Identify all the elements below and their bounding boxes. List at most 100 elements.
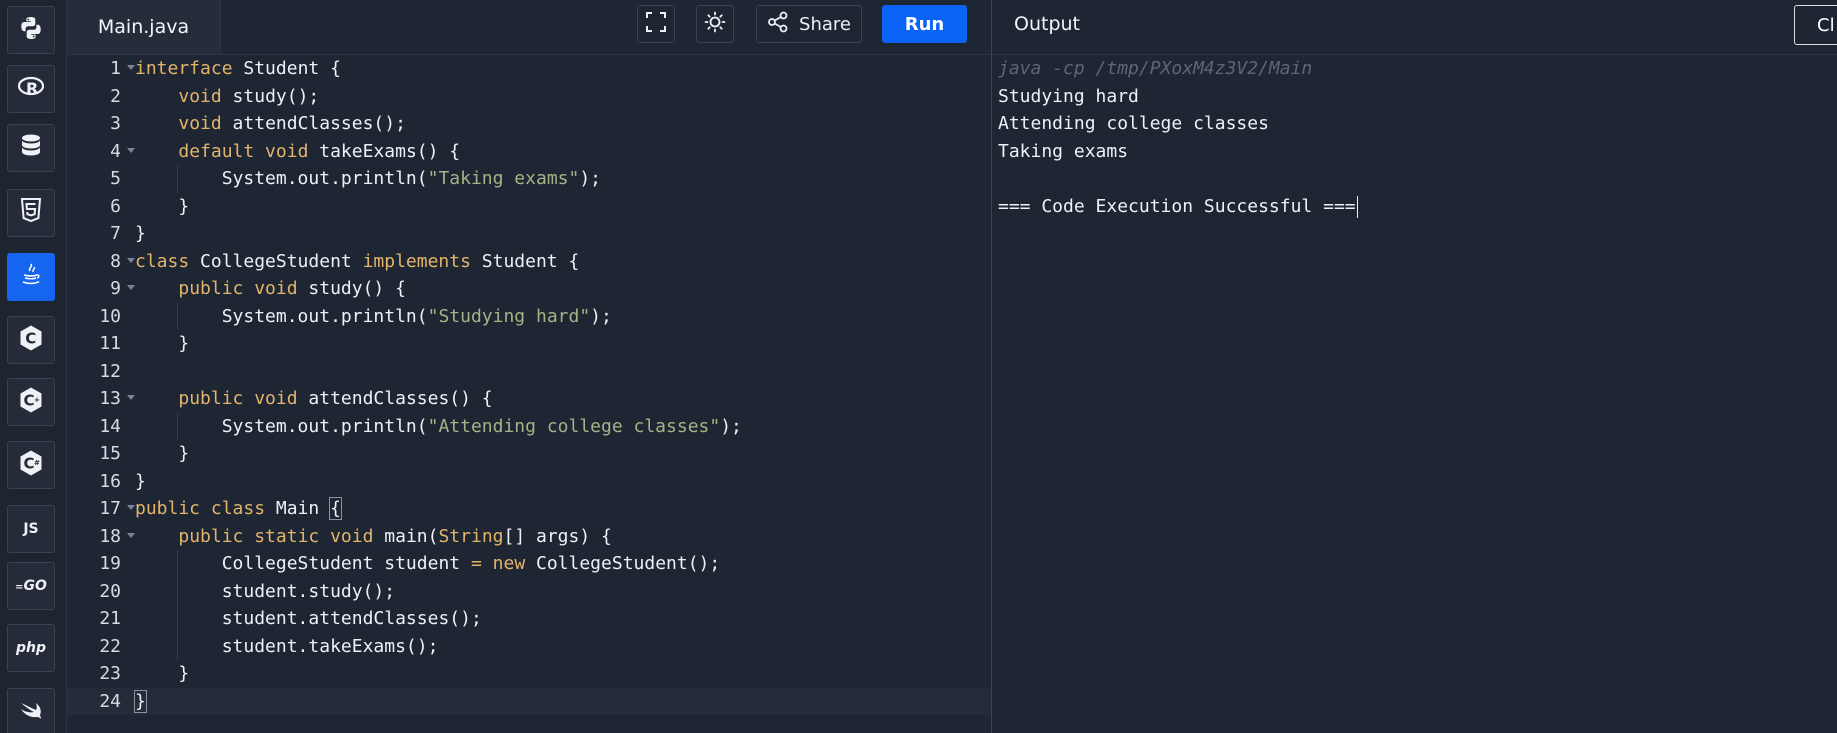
- line-number: 16: [99, 470, 121, 492]
- svg-text:#: #: [34, 459, 40, 467]
- share-button[interactable]: Share: [756, 5, 862, 43]
- code-line: 15 }: [67, 440, 991, 468]
- code-line: 23 }: [67, 660, 991, 688]
- code-line: 12: [67, 358, 991, 386]
- code-line: 19 CollegeStudent student = new CollegeS…: [67, 550, 991, 578]
- svg-text:C: C: [25, 330, 36, 348]
- code-line: 20 student.study();: [67, 577, 991, 605]
- line-number: 6: [110, 195, 121, 217]
- code-line-active: 24 }: [67, 687, 991, 715]
- line-number: 14: [99, 415, 121, 437]
- code-line: 14 System.out.println("Attending college…: [67, 412, 991, 440]
- text-caret: [1356, 195, 1358, 218]
- share-label: Share: [799, 13, 851, 35]
- language-sql-button[interactable]: [7, 124, 55, 172]
- line-number: 5: [110, 168, 121, 189]
- java-icon: [19, 262, 43, 292]
- bracket-match: {: [329, 497, 342, 520]
- line-number: 13: [99, 388, 121, 409]
- fold-arrow-icon[interactable]: [127, 257, 135, 263]
- language-python-button[interactable]: [7, 6, 55, 54]
- theme-toggle-button[interactable]: [696, 5, 734, 43]
- online-compiler: R C C + C # JS =GO php Main.java Share R…: [0, 0, 1837, 733]
- code-line: 22 student.takeExams();: [67, 632, 991, 660]
- line-number: 18: [99, 525, 121, 547]
- line-number: 10: [99, 305, 121, 327]
- line-number: 17: [99, 498, 121, 519]
- line-number: 11: [99, 333, 121, 354]
- code-line: 11 }: [67, 330, 991, 358]
- code-line: 6 }: [67, 193, 991, 221]
- output-command: java -cp /tmp/PXoxM4z3V2/Main: [998, 58, 1313, 79]
- fold-arrow-icon[interactable]: [127, 505, 135, 510]
- fold-arrow-icon[interactable]: [127, 147, 135, 153]
- language-go-button[interactable]: =GO: [7, 562, 55, 610]
- line-number: 4: [110, 140, 121, 162]
- line-number: 12: [99, 360, 121, 382]
- svg-text:R: R: [26, 79, 38, 98]
- fold-arrow-icon[interactable]: [127, 65, 135, 70]
- line-number: 20: [99, 580, 121, 602]
- php-icon: php: [15, 640, 46, 656]
- code-line: 13 public void attendClasses() {: [67, 385, 991, 413]
- code-line: 21 student.attendClasses();: [67, 605, 991, 633]
- output-header: Output Cl: [992, 0, 1837, 55]
- language-java-button[interactable]: [7, 253, 55, 301]
- code-line: 10 System.out.println("Studying hard");: [67, 302, 991, 330]
- file-tab-main[interactable]: Main.java: [67, 0, 221, 54]
- line-number: 2: [110, 85, 121, 107]
- code-line: 2 void study();: [67, 83, 991, 111]
- clear-button[interactable]: Cl: [1794, 5, 1837, 45]
- output-status: === Code Execution Successful ===: [998, 195, 1358, 218]
- code-line: 18 public static void main(String[] args…: [67, 523, 991, 551]
- html5-icon: [20, 198, 42, 228]
- fold-arrow-icon[interactable]: [127, 395, 135, 400]
- fullscreen-icon: [645, 11, 667, 37]
- code-line: 9 public void study() {: [67, 275, 991, 303]
- line-number: 23: [99, 663, 121, 684]
- language-javascript-button[interactable]: JS: [7, 505, 55, 553]
- run-button[interactable]: Run: [882, 5, 967, 43]
- svg-text:C: C: [24, 392, 35, 410]
- cpp-icon: C +: [18, 386, 44, 418]
- output-console: java -cp /tmp/PXoxM4z3V2/Main Studying h…: [992, 55, 1837, 733]
- database-icon: [20, 133, 42, 163]
- output-line: Taking exams: [998, 140, 1129, 162]
- language-csharp-button[interactable]: C #: [7, 441, 55, 489]
- output-line: Attending college classes: [998, 113, 1269, 134]
- line-number: 8: [110, 250, 121, 272]
- code-line: 7 }: [67, 220, 991, 248]
- share-icon: [767, 11, 789, 38]
- code-line: 1 interface Student {: [67, 55, 991, 83]
- line-number: 22: [99, 635, 121, 657]
- r-icon: R: [17, 74, 45, 104]
- code-editor[interactable]: 1 interface Student { 2 void study(); 3 …: [67, 55, 991, 733]
- python-icon: [18, 15, 44, 45]
- language-sidebar: R C C + C # JS =GO php: [0, 0, 67, 733]
- fullscreen-button[interactable]: [637, 5, 675, 43]
- editor-header: Main.java Share Run: [67, 0, 991, 55]
- code-line: 8 class CollegeStudent implements Studen…: [67, 248, 991, 276]
- line-number: 3: [110, 113, 121, 134]
- language-swift-button[interactable]: [7, 688, 55, 733]
- fold-arrow-icon[interactable]: [127, 285, 135, 290]
- language-c-button[interactable]: C: [7, 316, 55, 364]
- language-cpp-button[interactable]: C +: [7, 378, 55, 426]
- line-number: 1: [110, 58, 121, 79]
- svg-text:C: C: [24, 455, 35, 473]
- language-r-button[interactable]: R: [7, 65, 55, 113]
- line-number: 9: [110, 278, 121, 299]
- line-number: 7: [110, 223, 121, 244]
- line-number: 19: [99, 553, 121, 574]
- code-line: 4 default void takeExams() {: [67, 138, 991, 166]
- code-line: 17 public class Main {: [67, 495, 991, 523]
- language-html-button[interactable]: [7, 189, 55, 237]
- output-line: Studying hard: [998, 85, 1139, 107]
- fold-arrow-icon[interactable]: [127, 532, 135, 538]
- code-line: 16 }: [67, 468, 991, 496]
- bracket-match: }: [134, 689, 147, 713]
- c-icon: C: [18, 324, 44, 356]
- code-line: 5 System.out.println("Taking exams");: [67, 165, 991, 193]
- go-icon: =GO: [15, 578, 47, 594]
- language-php-button[interactable]: php: [7, 624, 55, 672]
